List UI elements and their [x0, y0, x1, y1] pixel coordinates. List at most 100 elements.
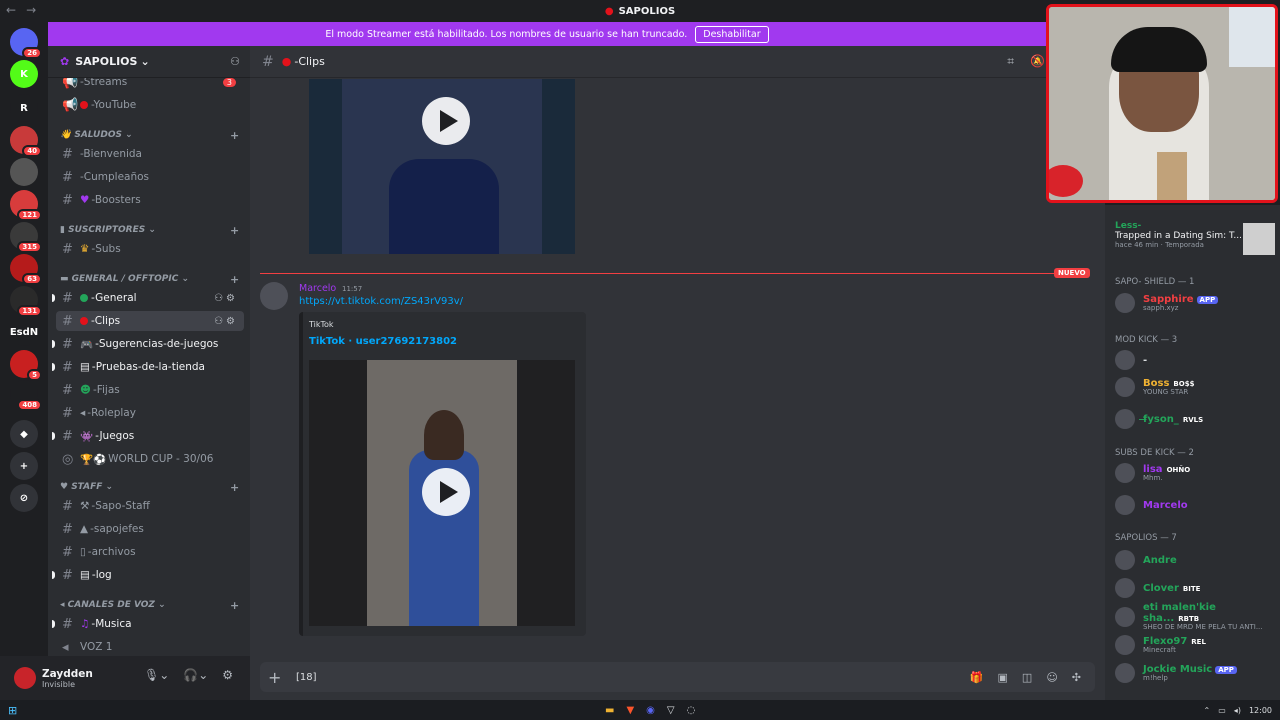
category-voz[interactable]: ◂ CANALES DE VOZ ⌄ +: [60, 599, 239, 612]
server-icon[interactable]: 121: [10, 190, 42, 221]
hash-icon: #: [62, 313, 73, 329]
avatar[interactable]: [14, 667, 36, 689]
member-item[interactable]: Clover BITE: [1115, 576, 1275, 600]
channel-roleplay[interactable]: # ◂ -Roleplay: [56, 403, 244, 423]
channel-cumpleanos[interactable]: # -Cumpleaños: [56, 167, 244, 187]
member-item[interactable]: Andre: [1115, 548, 1275, 572]
server-icon[interactable]: 408: [10, 380, 42, 411]
channel-voz1[interactable]: ◂ VOZ 1: [56, 637, 244, 656]
category-general[interactable]: ▬ GENERAL / OFFTOPIC ⌄ +: [60, 273, 239, 286]
channel-sapo-staff[interactable]: # ⚒ -Sapo-Staff: [56, 496, 244, 516]
category-staff[interactable]: ♥ STAFF ⌄ +: [60, 481, 239, 494]
message-input[interactable]: + [18] 🎁 ▣ ◫ ☺ ✣: [260, 662, 1095, 692]
channel-musica[interactable]: # ♫ -Musica: [52, 614, 244, 634]
activity-card[interactable]: Less- Trapped in a Dating Sim: T... hace…: [1115, 221, 1275, 261]
add-channel-icon[interactable]: +: [230, 129, 239, 142]
channel-clips[interactable]: # -Clips ⚇⚙: [56, 311, 244, 331]
gear-icon[interactable]: ⚙: [222, 668, 233, 682]
play-icon[interactable]: [422, 97, 470, 145]
message-author[interactable]: Marcelo: [299, 283, 336, 294]
channel-tools[interactable]: ⚇⚙: [214, 316, 238, 327]
volume-icon[interactable]: ◂): [1234, 706, 1241, 715]
channel-boosters[interactable]: # ♥ -Boosters: [56, 190, 244, 210]
member-item[interactable]: Flexo97 REL Minecraft: [1115, 633, 1275, 657]
channel-archivos[interactable]: # ▯ -archivos: [56, 542, 244, 562]
server-icon[interactable]: 26: [10, 28, 42, 59]
apps-icon[interactable]: ✣: [1072, 671, 1081, 684]
channel-subs[interactable]: # ♛ -Subs: [56, 239, 244, 259]
member-item[interactable]: Boss BO$$ YOUNG STAR: [1115, 375, 1275, 399]
member-item[interactable]: lisa OHÑO Mhm.: [1115, 461, 1275, 485]
channel-tools[interactable]: ⚇⚙: [214, 293, 238, 304]
embed-title[interactable]: TikTok · user27692173802: [309, 336, 457, 347]
member-item[interactable]: Marcelo: [1115, 493, 1275, 517]
category-saludos[interactable]: 👋 SALUDOS ⌄ +: [60, 129, 239, 142]
windows-icon[interactable]: ⊞: [8, 704, 17, 717]
server-icon[interactable]: 131: [10, 286, 42, 317]
server-icon[interactable]: [10, 158, 38, 186]
server-icon[interactable]: ◆: [10, 420, 38, 448]
mention-badge: 315: [17, 241, 42, 253]
back-icon[interactable]: ←: [6, 3, 16, 17]
server-icon[interactable]: 5: [10, 350, 42, 381]
mute-icon[interactable]: 🔕: [1030, 54, 1045, 69]
guild-header[interactable]: ✿ SAPOLIOS ⌄ ⚇: [48, 46, 250, 78]
microphone-icon[interactable]: 🎙⌄: [144, 668, 169, 682]
invite-icon[interactable]: ⚇: [230, 55, 240, 68]
member-item[interactable]: -: [1115, 348, 1275, 372]
brave-icon[interactable]: ▼: [626, 705, 634, 716]
add-channel-icon[interactable]: +: [230, 224, 239, 237]
gif-icon[interactable]: ▣: [998, 671, 1008, 684]
channel-log[interactable]: # ▤ -log: [52, 565, 244, 585]
add-channel-icon[interactable]: +: [230, 273, 239, 286]
channel-sugerencias[interactable]: # 🎮 -Sugerencias-de-juegos: [52, 334, 244, 354]
forward-icon[interactable]: →: [26, 3, 36, 17]
threads-icon[interactable]: ⌗: [1007, 54, 1014, 69]
server-icon[interactable]: R: [10, 94, 38, 122]
member-item[interactable]: Jockie Music APP m!help: [1115, 661, 1275, 685]
avatar[interactable]: [260, 282, 288, 310]
add-channel-icon[interactable]: +: [230, 481, 239, 494]
folder-icon[interactable]: ▬: [605, 705, 614, 716]
emoji-icon[interactable]: ☺: [1046, 671, 1057, 684]
category-suscriptores[interactable]: ▮ SUSCRIPTORES ⌄ +: [60, 224, 239, 237]
mention-badge: 63: [22, 273, 42, 285]
member-item[interactable]: eti malen'kie sha... RBTB SHEO DE MRD ME P…: [1115, 602, 1275, 631]
network-icon[interactable]: ▭: [1218, 706, 1226, 715]
video-thumbnail-2[interactable]: [309, 360, 575, 626]
play-icon[interactable]: [422, 468, 470, 516]
channel-fijas[interactable]: # ☻ -Fijas: [56, 380, 244, 400]
channel-youtube[interactable]: 📢 -YouTube: [56, 95, 244, 115]
member-item[interactable]: Sapphire APP sapph.xyz: [1115, 291, 1275, 315]
video-thumbnail-1[interactable]: [309, 79, 575, 254]
disable-button[interactable]: Deshabilitar: [695, 25, 769, 43]
server-icon[interactable]: ⊘: [10, 484, 38, 512]
headphones-icon[interactable]: 🎧⌄: [183, 668, 208, 682]
chevron-up-icon[interactable]: ⌃: [1204, 706, 1211, 715]
clock[interactable]: 12:00: [1249, 706, 1272, 715]
app-icon[interactable]: ▽: [667, 705, 675, 716]
user-info[interactable]: Zaydden Invisible: [42, 668, 93, 689]
add-channel-icon[interactable]: +: [230, 599, 239, 612]
message-link[interactable]: https://vt.tiktok.com/ZS43rV93v/: [299, 296, 463, 307]
member-item[interactable]: f̶yson_ RVLS: [1115, 407, 1275, 431]
add-attachment-icon[interactable]: +: [268, 668, 292, 687]
chat-area: # ● -Clips ⌗ 🔕 NUEVO Marcelo 11:57 https:…: [250, 46, 1105, 656]
channel-streams[interactable]: 📢 -Streams 3: [56, 78, 244, 92]
gift-icon[interactable]: 🎁: [970, 671, 984, 684]
channel-worldcup[interactable]: ◎ 🏆⚽ WORLD CUP - 30/06: [56, 449, 244, 469]
server-icon[interactable]: +: [10, 452, 38, 480]
discord-icon[interactable]: ◉: [646, 705, 655, 716]
sticker-icon[interactable]: ◫: [1022, 671, 1032, 684]
server-icon[interactable]: 40: [10, 126, 42, 157]
channel-juegos[interactable]: # 👾 -Juegos: [52, 426, 244, 446]
channel-general[interactable]: # -General ⚇⚙: [52, 288, 244, 308]
server-icon[interactable]: 315: [10, 222, 42, 253]
channel-bienvenida[interactable]: # -Bienvenida: [56, 144, 244, 164]
server-icon[interactable]: 63: [10, 254, 42, 285]
server-icon[interactable]: K: [10, 60, 38, 88]
channel-pruebas[interactable]: # ▤ -Pruebas-de-la-tienda: [52, 357, 244, 377]
server-icon[interactable]: EsdN: [10, 318, 38, 346]
channel-sapojefes[interactable]: # ▲ -sapojefes: [56, 519, 244, 539]
settings-icon[interactable]: ◌: [687, 705, 696, 716]
